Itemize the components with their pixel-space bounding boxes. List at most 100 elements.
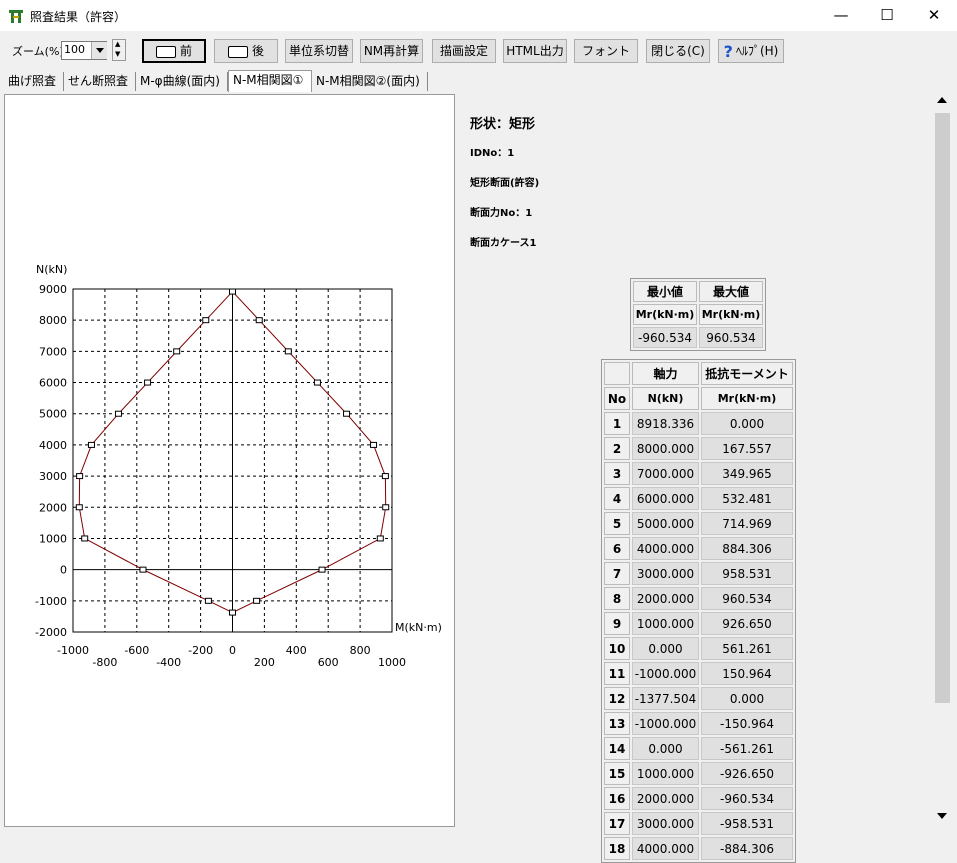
cell-n: 0.000 [632, 737, 699, 760]
data-point [370, 441, 378, 448]
y-axis-label: N(kN) [36, 263, 67, 276]
close-window-button[interactable]: ✕ [911, 0, 957, 31]
resistance-table: 軸力 抵抗モーメント No N(kN) Mr(kN·m) 1 8918.336 0.… [601, 359, 796, 863]
x-tick-label: -400 [156, 656, 181, 669]
table-row: 12 -1377.504 0.000 [604, 687, 793, 710]
table-row: 13 -1000.000 -150.964 [604, 712, 793, 735]
cell-n: 3000.000 [632, 812, 699, 835]
cell-no: 12 [604, 687, 630, 710]
table-row: 6 4000.000 884.306 [604, 537, 793, 560]
x-tick-label: 400 [286, 644, 307, 657]
cell-n: 4000.000 [632, 537, 699, 560]
cell-no: 6 [604, 537, 630, 560]
unit-moment: Mr(kN·m) [701, 387, 793, 410]
table-row: 4 6000.000 532.481 [604, 487, 793, 510]
data-point [87, 441, 95, 448]
data-point [75, 504, 83, 511]
data-point [202, 317, 210, 324]
y-tick-label: 0 [60, 564, 67, 577]
data-point [313, 379, 321, 386]
data-point [76, 473, 84, 480]
cell-n: -1000.000 [632, 662, 699, 685]
header-no: No [604, 387, 630, 410]
cell-no: 15 [604, 762, 630, 785]
id-no-label: IDNo：1 [470, 148, 515, 159]
data-point [343, 410, 351, 417]
y-tick-label: 1000 [39, 532, 67, 545]
table-body: 1 8918.336 0.000 2 8000.000 167.557 3 7000.000 3… [604, 412, 793, 860]
data-point [114, 410, 122, 417]
cell-m: 0.000 [701, 412, 793, 435]
data-point [284, 348, 292, 355]
cell-no: 2 [604, 437, 630, 460]
x-tick-label: 600 [318, 656, 339, 669]
x-tick-label: 200 [254, 656, 275, 669]
min-value: -960.534 [633, 327, 697, 348]
close-button[interactable]: 閉じる(C) [646, 39, 710, 63]
cell-no: 1 [604, 412, 630, 435]
cell-no: 8 [604, 587, 630, 610]
cell-m: -958.531 [701, 812, 793, 835]
header-axial: 軸力 [632, 362, 699, 385]
force-no-label: 断面力No：1 [470, 208, 533, 219]
table-row: 10 0.000 561.261 [604, 637, 793, 660]
cell-n: 5000.000 [632, 512, 699, 535]
chart-axes [72, 288, 393, 633]
cell-m: -150.964 [701, 712, 793, 735]
font-button[interactable]: フォント [574, 39, 638, 63]
section-label: 矩形断面(許容) [470, 178, 540, 189]
unit-min: Mr(kN·m) [633, 304, 697, 325]
cell-n: 2000.000 [632, 587, 699, 610]
cell-n: 1000.000 [632, 612, 699, 635]
cell-no: 16 [604, 787, 630, 810]
data-point [253, 597, 261, 604]
x-tick-label: 0 [229, 644, 236, 657]
table-row: 15 1000.000 -926.650 [604, 762, 793, 785]
x-tick-label: 800 [350, 644, 371, 657]
scroll-down-icon[interactable] [937, 813, 947, 819]
y-tick-label: 2000 [39, 501, 67, 514]
cell-m: 926.650 [701, 612, 793, 635]
data-point [318, 566, 326, 573]
table-row: 5 5000.000 714.969 [604, 512, 793, 535]
cell-m: 884.306 [701, 537, 793, 560]
table-row: 7 3000.000 958.531 [604, 562, 793, 585]
minimize-button[interactable]: — [818, 0, 864, 31]
cell-m: 960.534 [701, 587, 793, 610]
x-tick-label: -200 [188, 644, 213, 657]
x-tick-label: -1000 [57, 644, 89, 657]
data-point [381, 473, 389, 480]
header-max: 最大値 [699, 281, 763, 302]
help-question-icon: ? [723, 41, 733, 61]
y-tick-label: 8000 [39, 314, 67, 327]
cell-n: 8000.000 [632, 437, 699, 460]
y-tick-label: 4000 [39, 439, 67, 452]
data-point [229, 288, 236, 295]
table-row: 8 2000.000 960.534 [604, 587, 793, 610]
cell-no: 13 [604, 712, 630, 735]
cell-n: 3000.000 [632, 562, 699, 585]
scroll-up-icon[interactable] [937, 97, 947, 103]
table-row: 9 1000.000 926.650 [604, 612, 793, 635]
header-min: 最小値 [633, 281, 697, 302]
html-output-button[interactable]: HTML出力 [503, 39, 567, 63]
y-tick-label: 6000 [39, 377, 67, 390]
nm-interaction-chart: 9000800070006000500040003000200010000-10… [35, 263, 442, 669]
y-tick-label: 3000 [39, 470, 67, 483]
cell-m: 532.481 [701, 487, 793, 510]
help-button[interactable]: ? ﾍﾙﾌﾟ(H) [718, 39, 784, 63]
cell-n: -1377.504 [632, 687, 699, 710]
maximize-button[interactable]: ☐ [864, 0, 910, 31]
cell-no: 4 [604, 487, 630, 510]
cell-m: 958.531 [701, 562, 793, 585]
table-row: 17 3000.000 -958.531 [604, 812, 793, 835]
cell-m: -960.534 [701, 787, 793, 810]
data-point [144, 379, 152, 386]
x-tick-label: 1000 [378, 656, 406, 669]
cell-no: 9 [604, 612, 630, 635]
scroll-thumb[interactable] [935, 113, 950, 703]
cell-n: 8918.336 [632, 412, 699, 435]
cell-n: 4000.000 [632, 837, 699, 860]
unit-axial: N(kN) [632, 387, 699, 410]
y-tick-label: -2000 [35, 626, 67, 639]
